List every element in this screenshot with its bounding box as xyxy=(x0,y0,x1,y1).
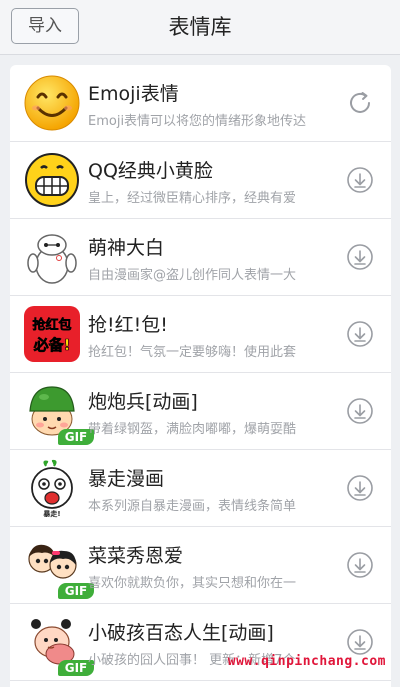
soldier-icon: GIF xyxy=(22,381,94,445)
rage-comic-icon: 暴走! xyxy=(22,458,82,518)
item-name: 小破孩百态人生[动画] xyxy=(88,622,274,644)
refresh-icon[interactable] xyxy=(345,88,375,118)
sticker-list: Emoji表情 Emoji表情可以将您的情绪形象地传达 QQ经典小黄脸 皇上，经 xyxy=(10,65,391,687)
download-icon[interactable] xyxy=(345,165,375,195)
item-description: 带着绿钢盔，满脸肉嘟嘟，爆萌耍酷 xyxy=(88,422,297,437)
grin-face-icon xyxy=(22,150,82,210)
item-description: Emoji表情可以将您的情绪形象地传达 xyxy=(88,114,307,129)
download-icon[interactable] xyxy=(345,319,375,349)
download-icon[interactable] xyxy=(345,396,375,426)
item-name: Emoji表情 xyxy=(88,83,179,105)
item-name: 抢!红!包! xyxy=(88,314,168,336)
item-description: 抢红包！气氛一定要够嗨！使用此套 xyxy=(88,345,297,360)
item-name: 暴走漫画 xyxy=(88,468,165,490)
download-icon[interactable] xyxy=(345,627,375,657)
item-name: 炮炮兵[动画] xyxy=(88,391,198,413)
red-packet-text-bottom: 必备! xyxy=(33,336,71,354)
couple-icon: GIF xyxy=(22,535,94,599)
list-item[interactable]: GIF 小破孩百态人生[动画] 小破孩的囧人囧事！ 更新：新增7个 xyxy=(10,604,391,681)
header-bar: 表情库 导入 xyxy=(0,0,400,55)
site-watermark: www.qinpinchang.com xyxy=(227,654,386,669)
list-item[interactable]: 萌神大白 自由漫画家@盗儿创作同人表情一大 xyxy=(10,219,391,296)
smiley-face-icon xyxy=(22,73,82,133)
red-packet-text-top: 抢红包 xyxy=(32,317,71,333)
item-name: QQ经典小黄脸 xyxy=(88,160,213,182)
download-icon[interactable] xyxy=(345,550,375,580)
list-item[interactable]: GIF 菜菜秀恩爱 喜欢你就欺负你，其实只想和你在一 xyxy=(10,527,391,604)
list-item[interactable]: GIF 炮炮兵[动画] 带着绿钢盔，满脸肉嘟嘟，爆萌耍酷 xyxy=(10,373,391,450)
item-description: 自由漫画家@盗儿创作同人表情一大 xyxy=(88,268,297,283)
red-packet-icon: 抢红包 必备! xyxy=(22,304,82,364)
kid-icon: GIF xyxy=(22,612,94,676)
baymax-icon xyxy=(22,227,82,287)
item-description: 喜欢你就欺负你，其实只想和你在一 xyxy=(88,576,297,591)
list-item[interactable]: Emoji表情 Emoji表情可以将您的情绪形象地传达 xyxy=(10,65,391,142)
item-name: 萌神大白 xyxy=(88,237,165,259)
list-item[interactable]: 抢红包 必备! 抢!红!包! 抢红包！气氛一定要够嗨！使用此套 xyxy=(10,296,391,373)
list-item[interactable]: 暴走! 暴走漫画 本系列源自暴走漫画，表情线条简单 xyxy=(10,450,391,527)
download-icon[interactable] xyxy=(345,473,375,503)
item-name: 菜菜秀恩爱 xyxy=(88,545,184,567)
list-item[interactable]: QQ经典小黄脸 皇上，经过微臣精心排序，经典有爱 xyxy=(10,142,391,219)
rage-comic-caption: 暴走! xyxy=(42,509,60,518)
item-description: 皇上，经过微臣精心排序，经典有爱 xyxy=(88,191,297,206)
download-icon[interactable] xyxy=(345,242,375,272)
item-description: 本系列源自暴走漫画，表情线条简单 xyxy=(88,499,297,514)
import-button[interactable]: 导入 xyxy=(11,8,79,44)
